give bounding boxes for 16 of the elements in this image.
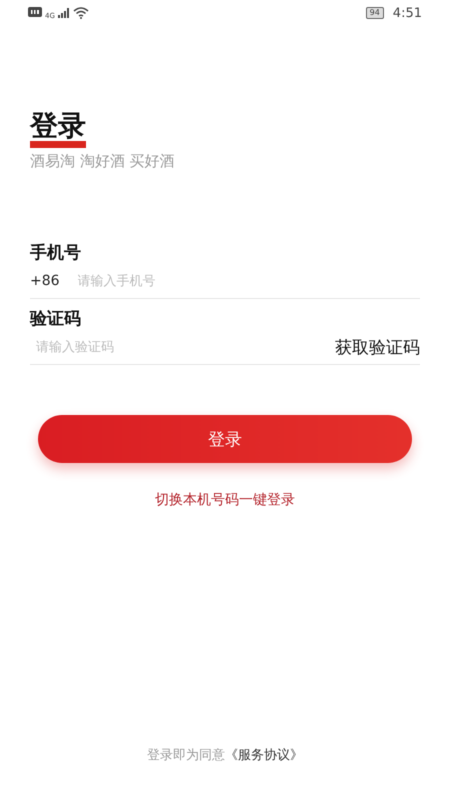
signal-icon [58,8,70,18]
country-code[interactable]: +86 [30,273,60,289]
status-time: 4:51 [392,6,422,20]
get-code-button[interactable]: 获取验证码 [335,336,420,358]
field-label: 手机号 [30,242,82,264]
slogan-text: 酒易淘 淘好酒 买好酒 [30,152,176,171]
service-agreement-link[interactable]: 《服务协议》 [225,748,303,763]
one-tap-login-link[interactable]: 切换本机号码一键登录 [155,491,295,509]
code-input-field[interactable]: 请输入验证码 [30,338,335,356]
battery-icon: 94 [366,7,384,19]
agreement-text: 登录即为同意 [147,748,225,763]
phone-input-field[interactable]: 请输入手机号 [76,272,420,290]
wifi-icon [72,7,89,19]
field-label: 验证码 [30,308,82,330]
login-button[interactable]: 登录 [38,415,412,463]
login-title: 登录 [30,110,86,148]
